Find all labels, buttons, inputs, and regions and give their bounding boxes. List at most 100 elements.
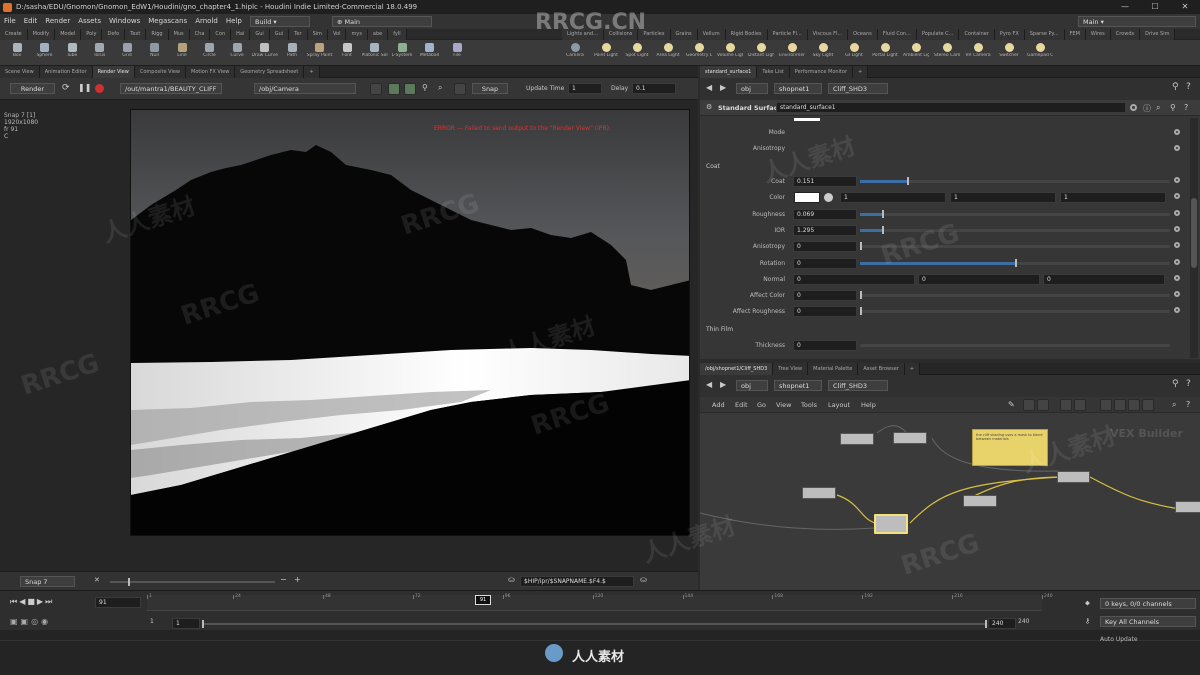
gear-icon[interactable]: [1174, 193, 1180, 200]
net-menu-tools[interactable]: Tools: [801, 401, 817, 409]
tab-standard-surface[interactable]: standard_surface1: [700, 66, 758, 78]
gear-icon[interactable]: [1174, 225, 1180, 232]
frame-marker[interactable]: 91: [475, 595, 491, 605]
search-icon[interactable]: ⌕: [1156, 103, 1160, 113]
param-thickness-slider[interactable]: [860, 344, 1170, 347]
network-canvas[interactable]: VEX Builder the cliff shading uses a mas…: [700, 413, 1200, 590]
path-obj[interactable]: obj: [736, 83, 768, 94]
shelf-tool-button[interactable]: Spot Light: [624, 42, 650, 64]
param-value-field[interactable]: 0: [793, 257, 857, 269]
shelf-tab[interactable]: Pyro FX: [994, 29, 1025, 40]
display-icon[interactable]: [1114, 399, 1126, 411]
shelf-tool-button[interactable]: Environment Light: [779, 42, 805, 64]
shelf-tool-button[interactable]: Box: [4, 42, 30, 64]
add-tab-button[interactable]: +: [904, 363, 921, 375]
shelf-tab[interactable]: Particles: [638, 29, 671, 40]
ship-save-icon[interactable]: ⛀: [640, 575, 647, 584]
menu-arnold[interactable]: Arnold: [191, 14, 222, 29]
tab-scene-view[interactable]: Scene View: [0, 66, 40, 78]
param-scrollbar[interactable]: [1190, 118, 1198, 358]
right-shelf-select[interactable]: Main ▾: [1078, 16, 1196, 27]
delay-field[interactable]: 0.1: [632, 83, 676, 94]
shelf-tab[interactable]: Con: [210, 29, 232, 40]
param-slider[interactable]: [860, 307, 1170, 316]
shelf-tool-button[interactable]: Volume Light: [717, 42, 743, 64]
shelf-tab[interactable]: Crowds: [1110, 29, 1141, 40]
save-icon[interactable]: ⛀: [508, 575, 515, 584]
menu-megascans[interactable]: Megascans: [144, 14, 191, 29]
color-channel-field[interactable]: 1: [950, 192, 1056, 204]
key-icon[interactable]: ⚷: [1085, 617, 1090, 625]
net-menu-layout[interactable]: Layout: [828, 401, 850, 409]
param-value-field[interactable]: 0: [793, 241, 857, 253]
keys-info[interactable]: 0 keys, 0/0 channels: [1100, 598, 1196, 609]
gear-icon[interactable]: [1130, 104, 1137, 111]
layout-icon[interactable]: [1074, 399, 1086, 411]
forward-arrow-icon[interactable]: ▶: [720, 380, 726, 389]
param-slider[interactable]: [860, 242, 1170, 251]
minimize-button[interactable]: —: [1110, 0, 1140, 14]
path-shopnet[interactable]: shopnet1: [774, 83, 822, 94]
vop-node[interactable]: [963, 495, 997, 507]
param-slider[interactable]: [860, 225, 1170, 234]
gear-icon[interactable]: [1174, 274, 1180, 281]
snap-button[interactable]: Snap: [472, 83, 508, 94]
help-icon[interactable]: ?: [1184, 103, 1188, 112]
param-value-field[interactable]: 1.295: [793, 224, 857, 236]
slider-knob[interactable]: [860, 242, 862, 251]
shelf-tab[interactable]: Modify: [27, 29, 56, 40]
shelf-tab[interactable]: Viscous Fl...: [807, 29, 849, 40]
sticky-note[interactable]: the cliff shading uses a mask to blend b…: [972, 429, 1048, 466]
param-slider[interactable]: [860, 209, 1170, 218]
net-path-cliff[interactable]: Cliff_SHD3: [828, 380, 888, 391]
shelf-tool-button[interactable]: Sphere: [32, 42, 58, 64]
net-menu-view[interactable]: View: [776, 401, 791, 409]
key-all-channels[interactable]: Key All Channels: [1100, 616, 1196, 627]
menu-file[interactable]: File: [0, 14, 20, 29]
shelf-tab[interactable]: Sparse Py...: [1024, 29, 1065, 40]
shelf-tab[interactable]: Particle Fl...: [767, 29, 808, 40]
palette-icon[interactable]: [1100, 399, 1112, 411]
menu-assets[interactable]: Assets: [74, 14, 105, 29]
selected-vop-node[interactable]: [874, 514, 908, 534]
output-node[interactable]: [1175, 501, 1200, 513]
start-frame-field[interactable]: 1: [172, 618, 200, 629]
shelf-tool-button[interactable]: Geometry Light: [686, 42, 712, 64]
shelf-tool-button[interactable]: Portal Light: [872, 42, 898, 64]
start-frame[interactable]: 1: [150, 618, 154, 625]
close-button[interactable]: ✕: [1170, 0, 1200, 14]
shelf-tab[interactable]: Mus: [168, 29, 190, 40]
shelf-tool-button[interactable]: Ambient Light: [903, 42, 929, 64]
sticky-note-icon[interactable]: [1037, 399, 1049, 411]
tab-take-list[interactable]: Take List: [757, 66, 790, 78]
shelf-tool-button[interactable]: Null: [142, 42, 168, 64]
tab-render-view[interactable]: Render View: [92, 66, 135, 78]
timeline-tools[interactable]: ▣▣◎◉: [10, 617, 51, 626]
shelf-tab[interactable]: Fluid Con...: [877, 29, 917, 40]
color-channel-field[interactable]: 1: [1060, 192, 1166, 204]
param-slider[interactable]: [860, 291, 1170, 300]
tab-animation-editor[interactable]: Animation Editor: [39, 66, 93, 78]
current-frame-field[interactable]: 91: [95, 597, 141, 608]
update-time-field[interactable]: 1: [568, 83, 602, 94]
delete-snap-icon[interactable]: ✕: [94, 576, 100, 584]
desktop-select[interactable]: Build ▾: [250, 16, 310, 27]
param-slider[interactable]: [860, 177, 1170, 185]
info-icon[interactable]: ⓘ: [1143, 103, 1151, 114]
tab-asset-browser[interactable]: Asset Browser: [858, 363, 905, 375]
help-icon[interactable]: ?: [1186, 400, 1190, 409]
shelf-tool-button[interactable]: Gamepad Camera: [1027, 42, 1053, 64]
path-cliff-shd3[interactable]: Cliff_SHD3: [828, 83, 888, 94]
snap-scrub-slider[interactable]: [110, 578, 275, 586]
shelf-tool-button[interactable]: Sky Light: [810, 42, 836, 64]
tab-material-palette[interactable]: Material Palette: [808, 363, 859, 375]
frame-ruler[interactable]: 1 24 48 72 96 120 144 168 192 216 240 91: [147, 594, 1053, 611]
shelf-tool-button[interactable]: Platonic Solids: [362, 42, 388, 64]
gear-icon[interactable]: [1174, 307, 1180, 314]
param-thickness-field[interactable]: 0: [793, 340, 857, 351]
magnify-icon[interactable]: ⌕: [438, 83, 442, 93]
help-icon[interactable]: ?: [1186, 82, 1191, 92]
shelf-tool-button[interactable]: Line: [169, 42, 195, 64]
tab-composite-view[interactable]: Composite View: [134, 66, 186, 78]
grid-icon[interactable]: [1060, 399, 1072, 411]
